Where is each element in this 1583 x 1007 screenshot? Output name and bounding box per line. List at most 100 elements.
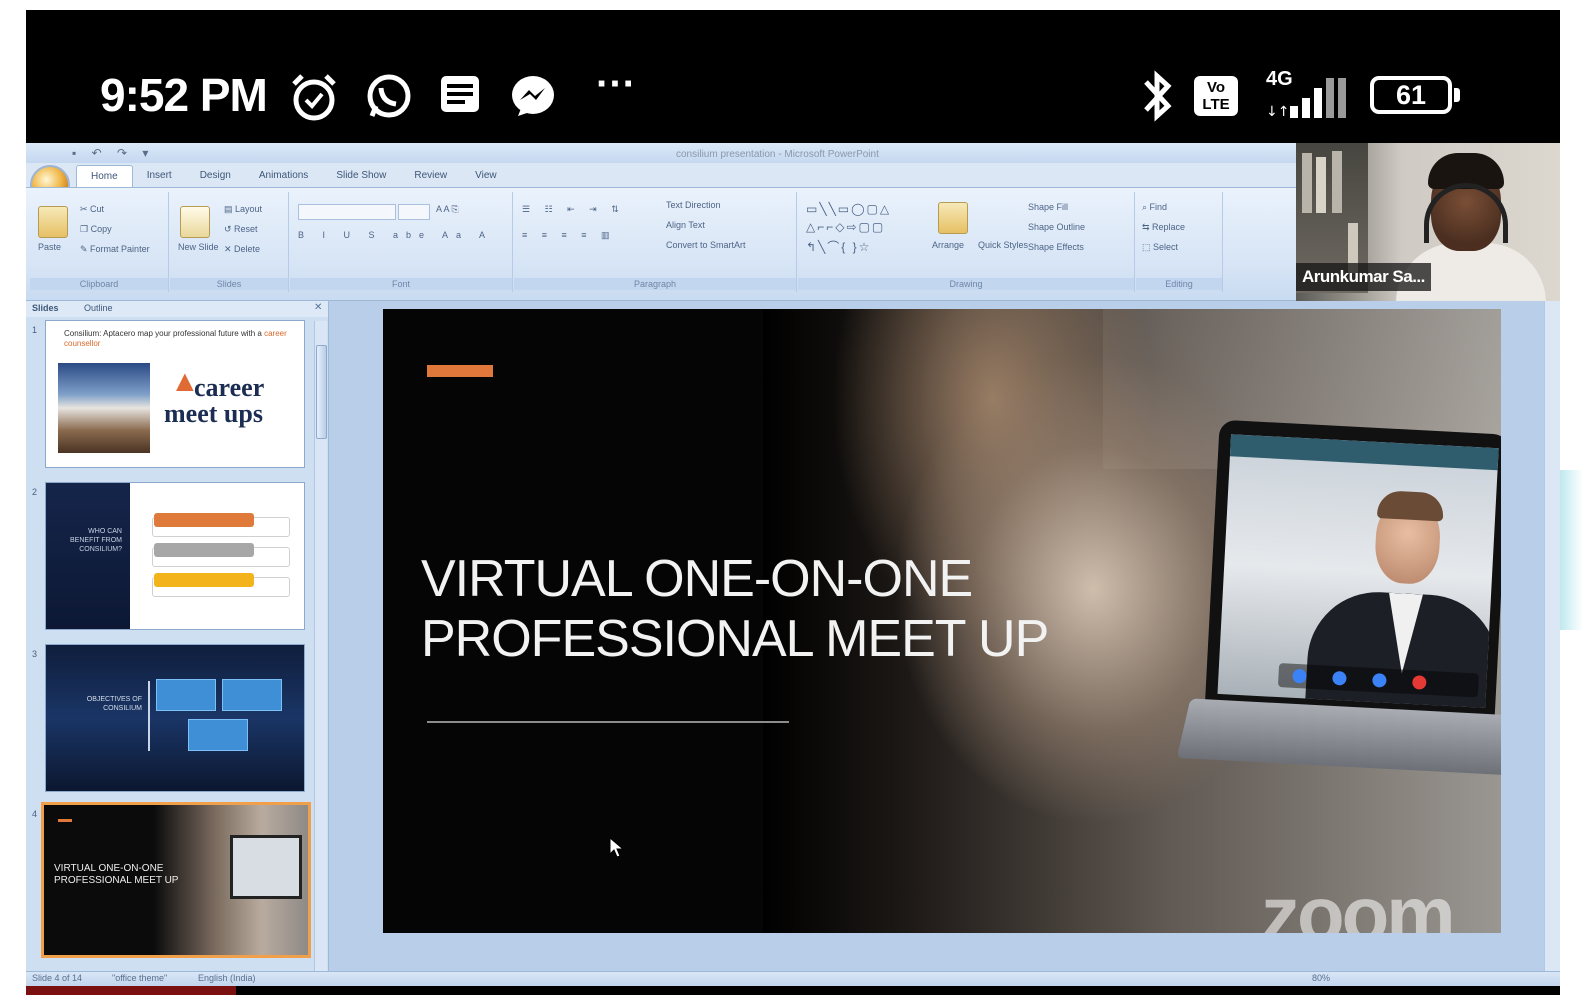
- slide-thumbnail-2[interactable]: WHO CAN BENEFIT FROM CONSILIUM?: [46, 483, 304, 629]
- thumbnail-1-text-a: Consilium: Aptacero map your professiona…: [64, 329, 265, 338]
- slide-title-line-2: PROFESSIONAL MEET UP: [421, 610, 1049, 668]
- window-title: consilium presentation - Microsoft Power…: [676, 149, 879, 160]
- replace-button[interactable]: ⇆ Replace: [1142, 222, 1185, 233]
- format-painter-button[interactable]: ✎ Format Painter: [80, 244, 150, 255]
- tab-review[interactable]: Review: [400, 165, 461, 187]
- edge-fragment: [1560, 470, 1583, 630]
- quick-styles-button[interactable]: Quick Styles: [978, 240, 1028, 250]
- drawing-label: Drawing: [798, 278, 1134, 290]
- slide-thumbnail-3[interactable]: OBJECTIVES OF CONSILIUM: [46, 645, 304, 791]
- laptop-screen: [1217, 434, 1499, 708]
- paste-icon[interactable]: [38, 206, 68, 238]
- convert-smartart-button[interactable]: Convert to SmartArt: [666, 240, 746, 250]
- find-button[interactable]: ⌕ Find: [1142, 202, 1167, 213]
- font-size-box[interactable]: [398, 204, 430, 220]
- cut-label: Cut: [90, 204, 105, 214]
- logo-line-2: meet ups: [164, 399, 263, 428]
- phone-screen: 9:52 PM ··· Vo LTE 4G ↓↑ 61 ▪ ↶ ↷ ▾ cons…: [26, 10, 1560, 995]
- pane-tabs: Slides Outline ✕: [26, 301, 328, 317]
- thumbnail-4-accent: [58, 819, 72, 822]
- tab-home[interactable]: Home: [76, 165, 133, 188]
- language[interactable]: English (India): [198, 973, 256, 983]
- thumbnail-2-panel: WHO CAN BENEFIT FROM CONSILIUM?: [46, 483, 130, 629]
- mouse-cursor-icon: [609, 837, 625, 858]
- slides-label: Slides: [170, 278, 288, 290]
- thumbnail-4-title: VIRTUAL ONE-ON-ONE PROFESSIONAL MEET UP: [54, 863, 179, 886]
- tab-outline[interactable]: Outline: [84, 303, 113, 313]
- zoom-watermark: zoom: [1261, 870, 1456, 933]
- shape-gallery-row3[interactable]: ↰╲⌒{ }☆: [806, 238, 871, 255]
- current-slide[interactable]: VIRTUAL ONE-ON-ONE PROFESSIONAL MEET UP …: [383, 309, 1501, 933]
- shape-outline-button[interactable]: Shape Outline: [1028, 222, 1085, 232]
- shared-screen: ▪ ↶ ↷ ▾ consilium presentation - Microso…: [26, 143, 1560, 995]
- tab-view[interactable]: View: [461, 165, 511, 187]
- tab-insert[interactable]: Insert: [133, 165, 186, 187]
- t2-bar-grey: [154, 543, 254, 557]
- slide-scrollbar[interactable]: [1544, 301, 1560, 971]
- slides-pane: Slides Outline ✕ 1 Consilium: Aptacero m…: [26, 301, 329, 971]
- thumbnail-number: 1: [32, 325, 38, 335]
- battery-icon: 61: [1370, 76, 1452, 114]
- signal-icon: ↓↑: [1266, 78, 1346, 120]
- ribbon-tabs: Home Insert Design Animations Slide Show…: [76, 165, 511, 188]
- zoom-level[interactable]: 80%: [1312, 973, 1330, 983]
- select-label: Select: [1153, 242, 1179, 252]
- shape-fill-button[interactable]: Shape Fill: [1028, 202, 1068, 212]
- alarm-icon: [292, 74, 336, 121]
- group-clipboard: Paste ✂ Cut ❐ Copy ✎ Format Painter Clip…: [30, 192, 169, 292]
- thumbnail-number: 4: [32, 809, 38, 819]
- slide-thumbnail-1[interactable]: Consilium: Aptacero map your professiona…: [46, 321, 304, 467]
- new-slide-button[interactable]: New Slide: [178, 242, 219, 252]
- align-text-button[interactable]: Align Text: [666, 220, 705, 230]
- thumbnail-4-laptop: [230, 835, 302, 899]
- tab-animations[interactable]: Animations: [245, 165, 322, 187]
- replace-label: Replace: [1152, 222, 1186, 232]
- copy-label: Copy: [90, 224, 112, 234]
- laptop-screen-bar: [1229, 434, 1499, 471]
- scrollbar-thumb[interactable]: [316, 345, 327, 439]
- powerpoint-status-bar: Slide 4 of 14 "office theme" English (In…: [26, 971, 1560, 986]
- arrange-icon[interactable]: [938, 202, 968, 234]
- bottom-accent: [26, 986, 236, 995]
- delete-button[interactable]: ✕ Delete: [224, 244, 260, 255]
- align-buttons[interactable]: ≡ ≡ ≡ ≡ ▥: [522, 230, 616, 241]
- slide-thumbnail-4-selected[interactable]: VIRTUAL ONE-ON-ONE PROFESSIONAL MEET UP: [44, 805, 308, 955]
- thumbnail-1-text: Consilium: Aptacero map your professiona…: [64, 329, 294, 349]
- call-control-icon: [1292, 668, 1307, 684]
- thumbnail-3-heading: OBJECTIVES OF CONSILIUM: [86, 696, 142, 712]
- participant-video[interactable]: Arunkumar Sa...: [1296, 143, 1560, 303]
- group-drawing: ▭╲╲▭◯▢△ △⌐⌐◇⇨▢▢ ↰╲⌒{ }☆ Arrange Quick St…: [798, 192, 1135, 292]
- thumbnails-scrollbar[interactable]: [314, 321, 327, 971]
- list-buttons[interactable]: ☰ ☷ ⇤ ⇥ ⇅: [522, 204, 625, 215]
- title-underline: [427, 721, 789, 723]
- layout-button[interactable]: ▤ Layout: [224, 204, 262, 215]
- group-slides: New Slide ▤ Layout ↺ Reset ✕ Delete Slid…: [170, 192, 289, 292]
- book: [1316, 157, 1326, 213]
- shape-gallery-row2[interactable]: △⌐⌐◇⇨▢▢: [806, 220, 885, 234]
- tab-slides[interactable]: Slides: [32, 303, 59, 313]
- tab-design[interactable]: Design: [186, 165, 245, 187]
- group-paragraph: ☰ ☷ ⇤ ⇥ ⇅ ≡ ≡ ≡ ≡ ▥ Text Direction Align…: [514, 192, 797, 292]
- paste-button[interactable]: Paste: [38, 242, 61, 252]
- copy-button[interactable]: ❐ Copy: [80, 224, 112, 235]
- close-icon[interactable]: ✕: [314, 302, 322, 313]
- group-font: A A ⎘ B I U S abe Aa A Font: [290, 192, 513, 292]
- reset-button[interactable]: ↺ Reset: [224, 224, 258, 235]
- quick-access-toolbar[interactable]: ▪ ↶ ↷ ▾: [72, 146, 154, 160]
- text-direction-button[interactable]: Text Direction: [666, 200, 721, 210]
- shape-effects-button[interactable]: Shape Effects: [1028, 242, 1084, 252]
- select-button[interactable]: ⬚ Select: [1142, 242, 1178, 253]
- t3-box: [156, 679, 216, 711]
- font-style-buttons[interactable]: B I U S abe Aa A: [298, 230, 493, 240]
- font-grow-buttons[interactable]: A A ⎘: [436, 204, 459, 215]
- slide-title[interactable]: VIRTUAL ONE-ON-ONE PROFESSIONAL MEET UP: [421, 549, 1049, 669]
- font-name-box[interactable]: [298, 204, 396, 220]
- t2-bar-orange: [154, 513, 254, 527]
- new-slide-icon[interactable]: [180, 206, 210, 238]
- shape-gallery[interactable]: ▭╲╲▭◯▢△: [806, 202, 891, 216]
- tab-slide-show[interactable]: Slide Show: [322, 165, 400, 187]
- thumbnail-number: 2: [32, 487, 38, 497]
- arrange-button[interactable]: Arrange: [932, 240, 964, 250]
- cut-button[interactable]: ✂ Cut: [80, 204, 104, 215]
- battery-tip: [1454, 88, 1460, 102]
